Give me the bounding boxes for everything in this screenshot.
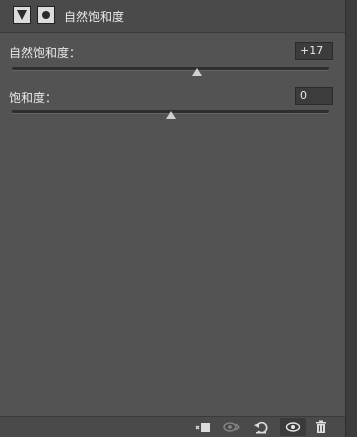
clip-to-layer-button[interactable]: [190, 418, 216, 436]
trash-icon: [316, 420, 326, 433]
properties-panel: 自然饱和度 自然饱和度： +17 饱和度： 0: [0, 0, 345, 437]
triangle-adjustment-icon[interactable]: [13, 6, 31, 24]
layer-mask-icon[interactable]: [37, 6, 55, 24]
toggle-visibility-icon: [285, 422, 301, 432]
clip-to-layer-icon: [195, 423, 210, 432]
panel-footer: [0, 416, 345, 437]
saturation-label: 饱和度：: [9, 91, 58, 105]
view-previous-state-icon: [223, 422, 240, 432]
delete-button[interactable]: [308, 418, 334, 436]
reset-icon: [254, 421, 268, 434]
vibrance-slider-track[interactable]: [12, 67, 329, 70]
vibrance-slider-thumb[interactable]: [192, 68, 203, 76]
toggle-visibility-button[interactable]: [280, 418, 306, 436]
saturation-value-input[interactable]: 0: [295, 87, 333, 105]
vibrance-label: 自然饱和度：: [9, 46, 82, 60]
saturation-slider-thumb[interactable]: [165, 111, 176, 119]
panel-header: 自然饱和度: [0, 0, 345, 33]
reset-button[interactable]: [248, 418, 274, 436]
panel-title: 自然饱和度: [64, 10, 125, 24]
vertical-scrollbar[interactable]: [345, 0, 357, 437]
view-previous-state-button[interactable]: [219, 418, 245, 436]
vibrance-value-input[interactable]: +17: [295, 42, 333, 60]
